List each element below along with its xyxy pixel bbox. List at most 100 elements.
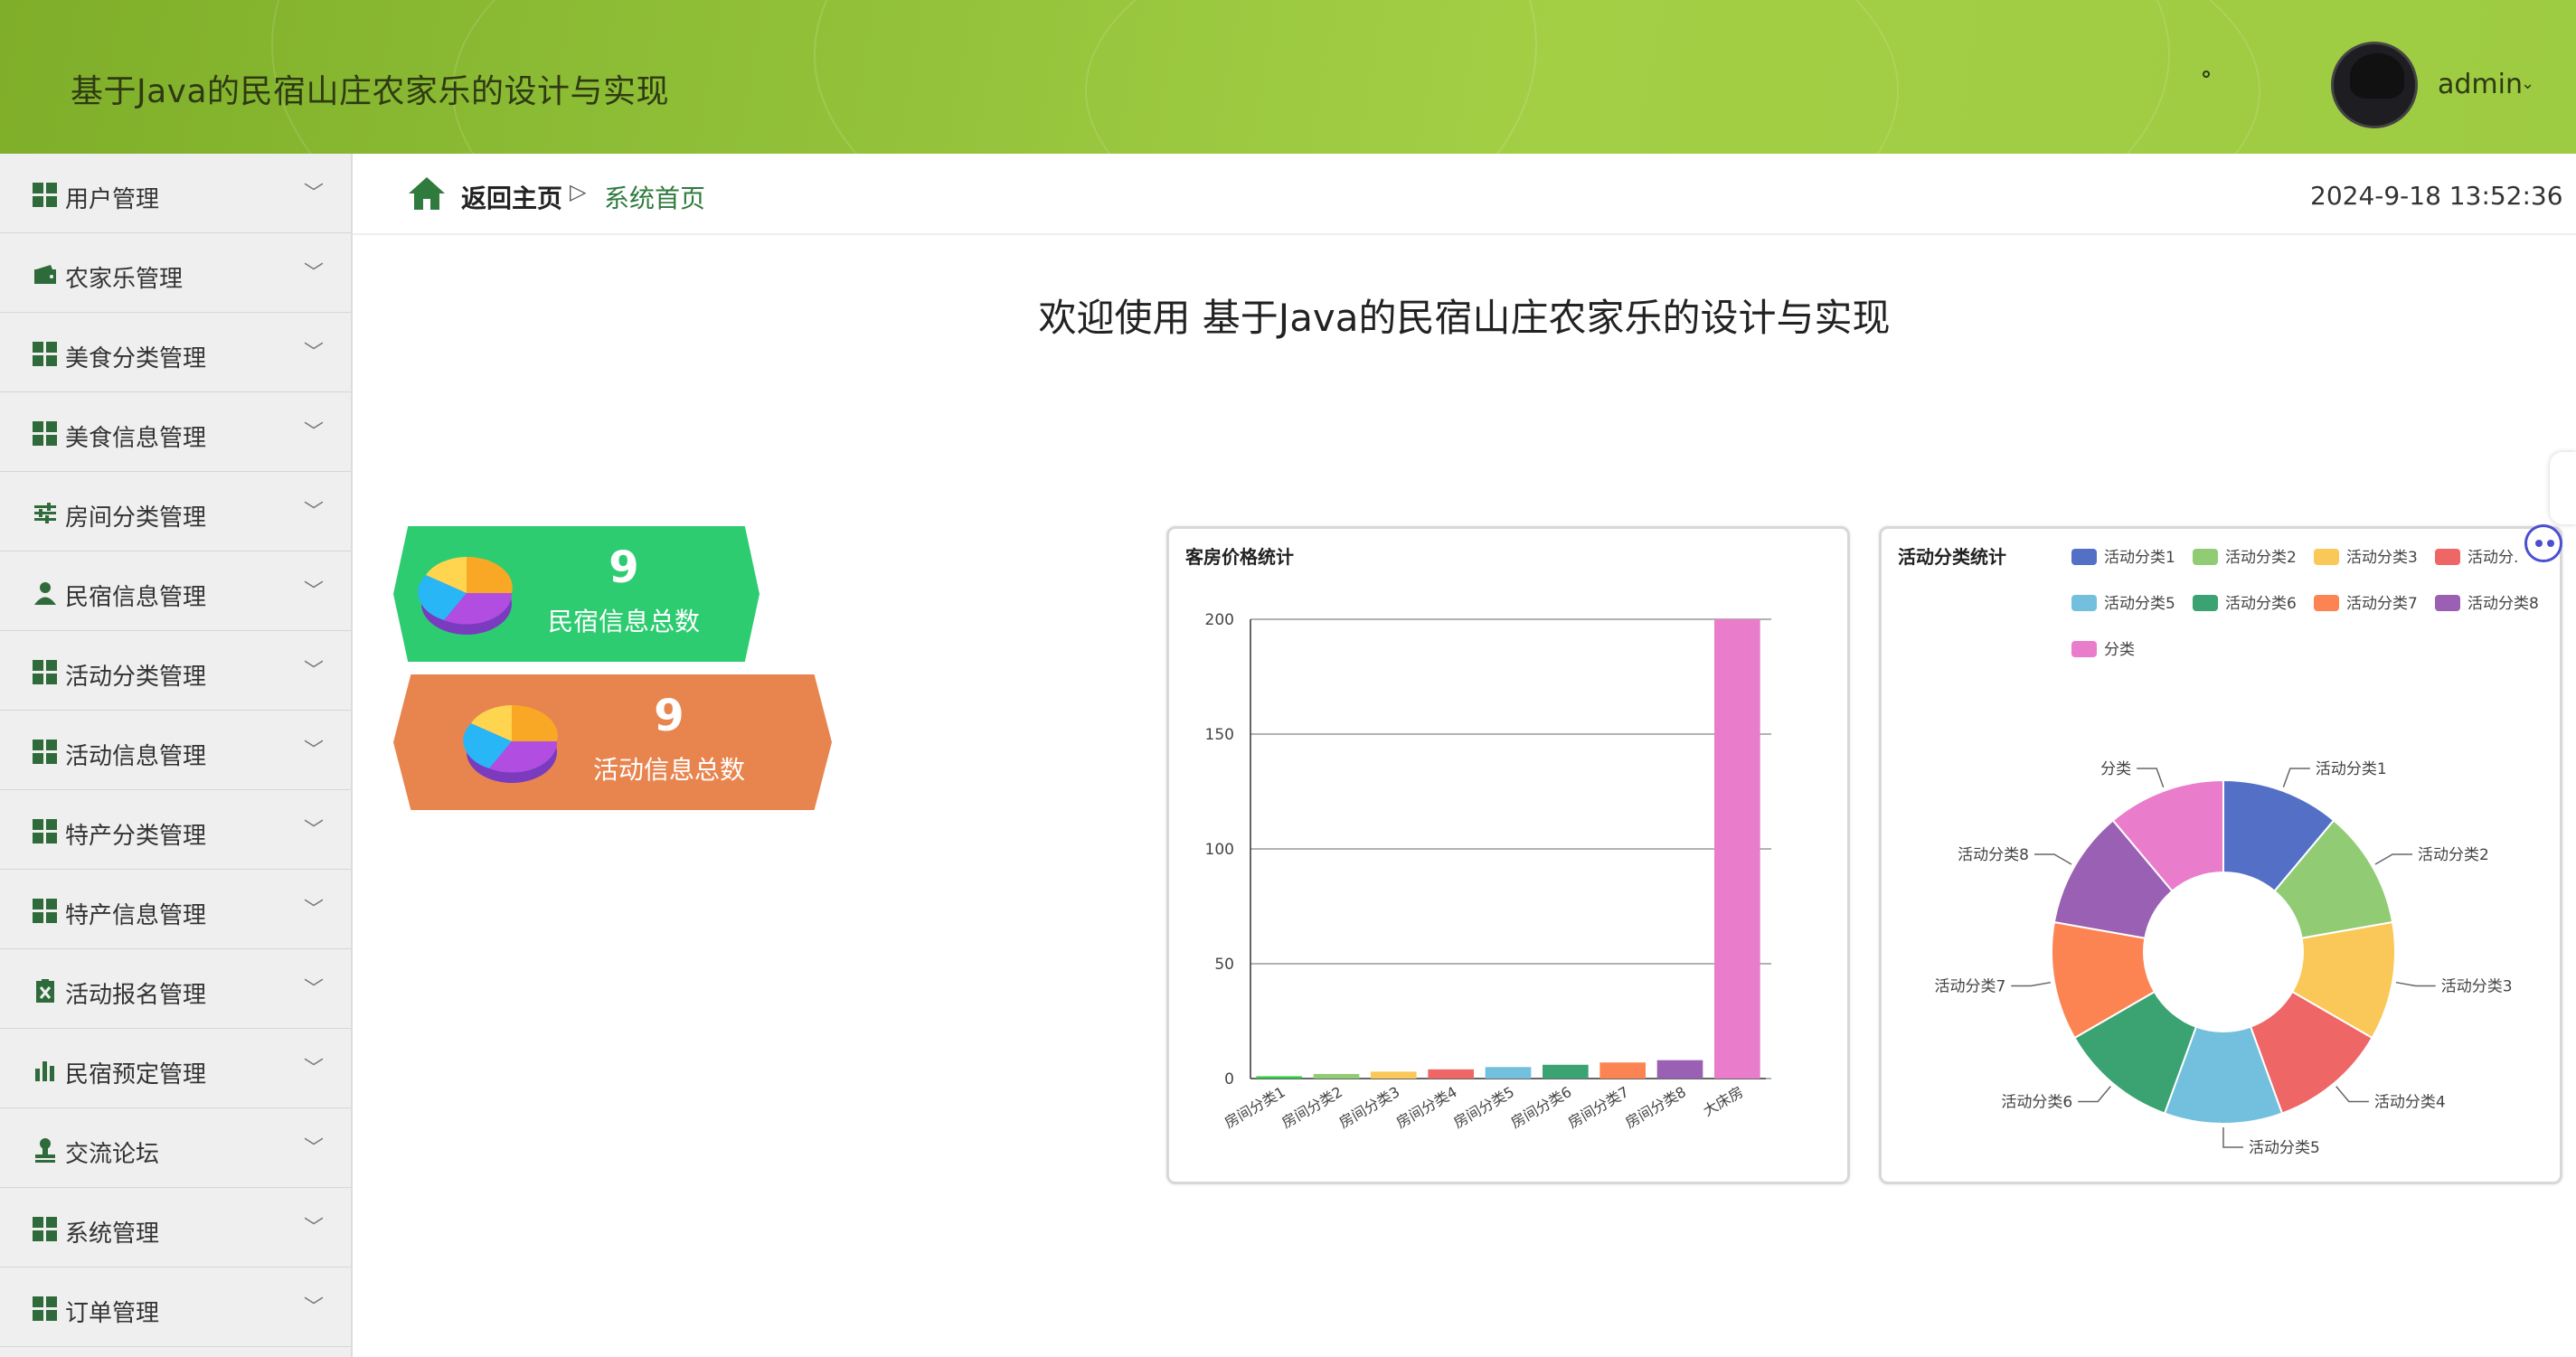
breadcrumb-home-link[interactable]: 返回主页 — [461, 179, 562, 215]
grid-icon — [33, 660, 58, 685]
legend-swatch — [2071, 595, 2097, 611]
breadcrumb-current[interactable]: 系统首页 — [604, 179, 705, 215]
grid-icon — [33, 342, 58, 367]
sidebar-item-3[interactable]: 美食分类管理 ﹀ — [0, 313, 351, 392]
sidebar-item-4[interactable]: 美食信息管理 ﹀ — [0, 392, 351, 472]
top-header: 基于Java的民宿山庄农家乐的设计与实现 admin ⌄ — [0, 0, 2576, 154]
sidebar-item-6[interactable]: 民宿信息管理 ﹀ — [0, 551, 351, 631]
clipboard-icon — [33, 978, 58, 1004]
chevron-down-icon: ﹀ — [304, 501, 325, 523]
chevron-down-icon: ﹀ — [304, 1058, 325, 1080]
sidebar-item-13[interactable]: 交流论坛 ﹀ — [0, 1108, 351, 1188]
chevron-down-icon: ﹀ — [304, 660, 325, 683]
grid-icon — [33, 421, 58, 447]
x-tick-label: 房间分类8 — [1622, 1083, 1689, 1132]
legend-label: 活动分类2 — [2225, 549, 2297, 567]
bar — [1256, 1076, 1302, 1079]
sidebar-item-label: 农家乐管理 — [65, 266, 184, 293]
side-float-tab[interactable] — [2550, 452, 2576, 524]
sidebar: 用户管理 ﹀ 农家乐管理 ﹀ 美食分类管理 ﹀ 美食信息管理 ﹀ 房间分类管理 ﹀ 民宿信息管理 ﹀ 活… — [0, 154, 353, 1357]
sliders-icon — [33, 501, 58, 526]
stat-value: 9 — [609, 542, 639, 593]
sidebar-item-label: 用户管理 — [65, 186, 160, 213]
breadcrumb-separator: ▷ — [570, 179, 587, 204]
chevron-down-icon: ﹀ — [304, 899, 325, 921]
home-icon[interactable] — [407, 175, 447, 212]
legend-label: 活动分类8 — [2467, 595, 2539, 613]
bar — [1656, 1060, 1703, 1079]
stat-value: 9 — [654, 691, 684, 741]
user-icon — [33, 580, 58, 606]
legend-swatch — [2435, 549, 2460, 565]
y-tick-label: 200 — [1205, 611, 1234, 629]
breadcrumb: 返回主页 ▷ 系统首页 2024-9-18 13:52:36 — [353, 154, 2576, 235]
legend-swatch — [2435, 595, 2460, 611]
slice-label: 活动分类3 — [2441, 978, 2513, 996]
bar — [1599, 1062, 1646, 1079]
sidebar-item-2[interactable]: 农家乐管理 ﹀ — [0, 233, 351, 313]
sidebar-item-label: 美食分类管理 — [65, 345, 207, 372]
stat-card-activity: 9 活动信息总数 — [393, 674, 832, 810]
grid-icon — [33, 899, 58, 924]
sidebar-item-10[interactable]: 特产信息管理 ﹀ — [0, 870, 351, 949]
stat-label: 民宿信息总数 — [547, 607, 700, 636]
slice-label: 分类 — [2100, 760, 2131, 778]
sidebar-item-15[interactable]: 订单管理 ﹀ — [0, 1267, 351, 1347]
x-tick-label: 房间分类7 — [1565, 1083, 1632, 1132]
legend-swatch — [2314, 549, 2339, 565]
grid-icon — [33, 1296, 58, 1322]
assistant-robot-icon[interactable] — [2524, 524, 2562, 562]
sidebar-item-7[interactable]: 活动分类管理 ﹀ — [0, 631, 351, 711]
legend-label: 活动分类1 — [2104, 549, 2175, 567]
y-tick-label: 150 — [1205, 726, 1234, 744]
y-tick-label: 50 — [1214, 956, 1234, 974]
legend-swatch — [2071, 641, 2097, 657]
legend-swatch — [2071, 549, 2097, 565]
slice-label: 活动分类5 — [2249, 1139, 2320, 1157]
username-label[interactable]: admin — [2438, 69, 2523, 100]
sidebar-item-12[interactable]: 民宿预定管理 ﹀ — [0, 1029, 351, 1108]
chevron-down-icon: ﹀ — [304, 1296, 325, 1319]
sidebar-item-label: 房间分类管理 — [65, 504, 207, 532]
wallet-icon — [33, 262, 58, 287]
x-tick-label: 房间分类3 — [1336, 1083, 1403, 1132]
grid-icon — [33, 819, 58, 844]
stat-label: 活动信息总数 — [592, 755, 745, 785]
activity-category-chart-panel: 活动分类统计 活动分类1 活动分类2 活动分类3 活动分. 活动分类5 活动分类6 活动分类7… — [1879, 526, 2562, 1184]
x-tick-label: 房间分类1 — [1222, 1083, 1288, 1132]
main-content: 返回主页 ▷ 系统首页 2024-9-18 13:52:36 欢迎使用 基于Ja… — [353, 154, 2576, 1357]
chevron-down-icon: ﹀ — [304, 342, 325, 364]
slice-label: 活动分类1 — [2316, 760, 2387, 778]
sidebar-item-label: 订单管理 — [65, 1300, 160, 1327]
sidebar-item-8[interactable]: 活动信息管理 ﹀ — [0, 711, 351, 790]
slice-label: 活动分类7 — [1934, 978, 2005, 996]
sidebar-item-5[interactable]: 房间分类管理 ﹀ — [0, 472, 351, 551]
sidebar-item-1[interactable]: 用户管理 ﹀ — [0, 154, 351, 233]
sidebar-item-14[interactable]: 系统管理 ﹀ — [0, 1188, 351, 1267]
welcome-title: 欢迎使用 基于Java的民宿山庄农家乐的设计与实现 — [1038, 296, 1891, 340]
y-tick-label: 100 — [1205, 841, 1234, 859]
legend-swatch — [2193, 549, 2218, 565]
x-tick-label: 房间分类5 — [1450, 1083, 1517, 1132]
sidebar-item-label: 交流论坛 — [65, 1141, 160, 1168]
label-leader-line — [2137, 768, 2165, 787]
sidebar-item-11[interactable]: 活动报名管理 ﹀ — [0, 949, 351, 1029]
chevron-down-icon: ﹀ — [304, 978, 325, 1001]
sidebar-item-9[interactable]: 特产分类管理 ﹀ — [0, 790, 351, 870]
pie-chart-icon — [463, 704, 558, 783]
clock: 2024-9-18 13:52:36 — [2310, 181, 2563, 211]
avatar[interactable] — [2331, 42, 2418, 128]
chevron-down-icon[interactable]: ⌄ — [2521, 74, 2534, 93]
chart-title: 客房价格统计 — [1184, 546, 1294, 568]
chevron-down-icon: ﹀ — [304, 421, 325, 444]
grid-icon — [33, 740, 58, 765]
legend-label: 活动分. — [2467, 549, 2518, 567]
bar-chart: 客房价格统计050100150200房间分类1房间分类2房间分类3房间分类4房间… — [1184, 546, 1771, 1132]
legend-label: 分类 — [2104, 641, 2135, 659]
legend-swatch — [2314, 595, 2339, 611]
y-tick-label: 0 — [1224, 1070, 1234, 1088]
status-dot-icon — [2203, 71, 2210, 78]
legend-swatch — [2193, 595, 2218, 611]
slice-label: 活动分类6 — [2001, 1093, 2072, 1111]
x-tick-label: 大床房 — [1700, 1083, 1746, 1119]
